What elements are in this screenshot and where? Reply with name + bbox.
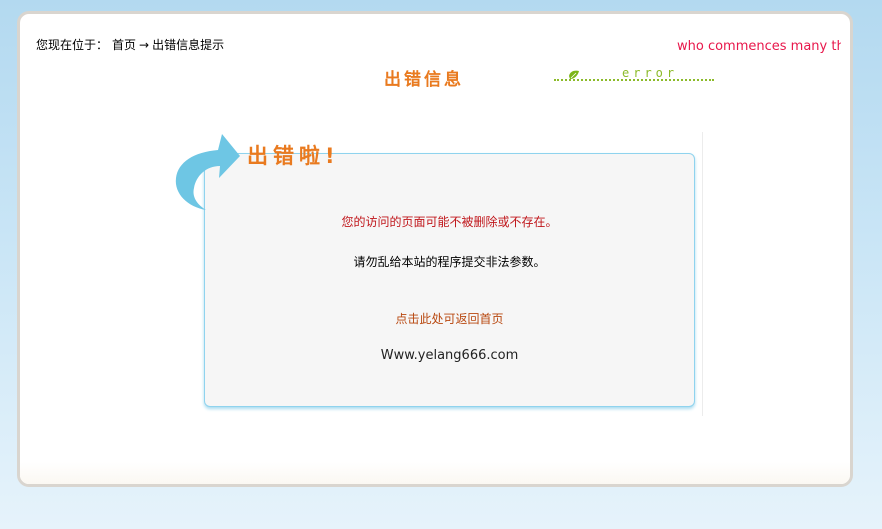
error-box (204, 153, 695, 407)
error-heading: 出错啦! (247, 144, 340, 168)
leaf-icon (569, 70, 579, 79)
back-home-link[interactable]: 点击此处可返回首页 (204, 310, 695, 327)
breadcrumb-arrow: → (139, 38, 150, 52)
error-decoration: error (554, 66, 714, 86)
scrolling-marquee: who commences many things finishes but f… (677, 39, 841, 57)
breadcrumb-home-link[interactable]: 首页 (112, 36, 136, 53)
page-frame: 您现在位于：首页→出错信息提示 who commences many thing… (17, 11, 853, 487)
marquee-text: who commences many things finishes but f… (677, 39, 841, 54)
site-url: Www.yelang666.com (380, 348, 519, 363)
error-message-secondary: 请勿乱给本站的程序提交非法参数。 (353, 255, 546, 269)
breadcrumb: 您现在位于： 首页 → 出错信息提示 (36, 36, 224, 53)
error-word: error (622, 66, 679, 80)
error-message-primary: 您的访问的页面可能不被删除或不存在。 (341, 215, 558, 229)
frame-footer (20, 462, 850, 484)
box-divider (702, 132, 703, 416)
breadcrumb-prefix: 您现在位于： (36, 38, 109, 52)
breadcrumb-current: 出错信息提示 (152, 38, 225, 52)
section-title: 出错信息 (384, 70, 464, 90)
curved-arrow-icon (175, 134, 240, 210)
